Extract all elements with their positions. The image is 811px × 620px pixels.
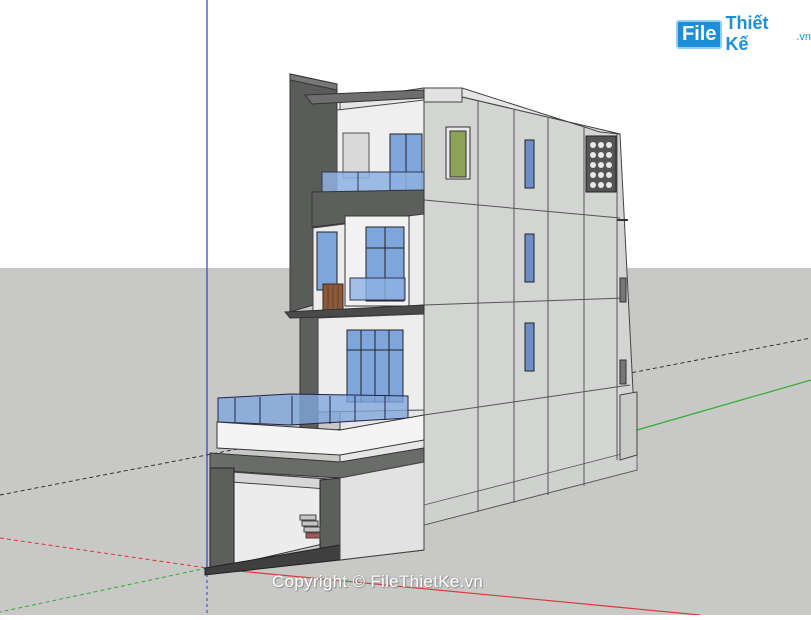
site-logo: File Thiết Kế .vn [676, 13, 811, 55]
copyright-watermark: Copyright © FileThietKe.vn [272, 572, 484, 591]
garage-column [319, 477, 341, 551]
side-window-left [316, 231, 338, 291]
logo-brand-text: Thiết Kế [725, 13, 769, 54]
side-window [524, 322, 535, 372]
garage-column [209, 467, 235, 571]
side-window [524, 233, 535, 283]
sketchup-viewport[interactable] [0, 0, 811, 616]
logo-tld-text: .vn [796, 31, 811, 43]
logo-file-text: File [676, 19, 723, 49]
side-window [524, 139, 535, 189]
